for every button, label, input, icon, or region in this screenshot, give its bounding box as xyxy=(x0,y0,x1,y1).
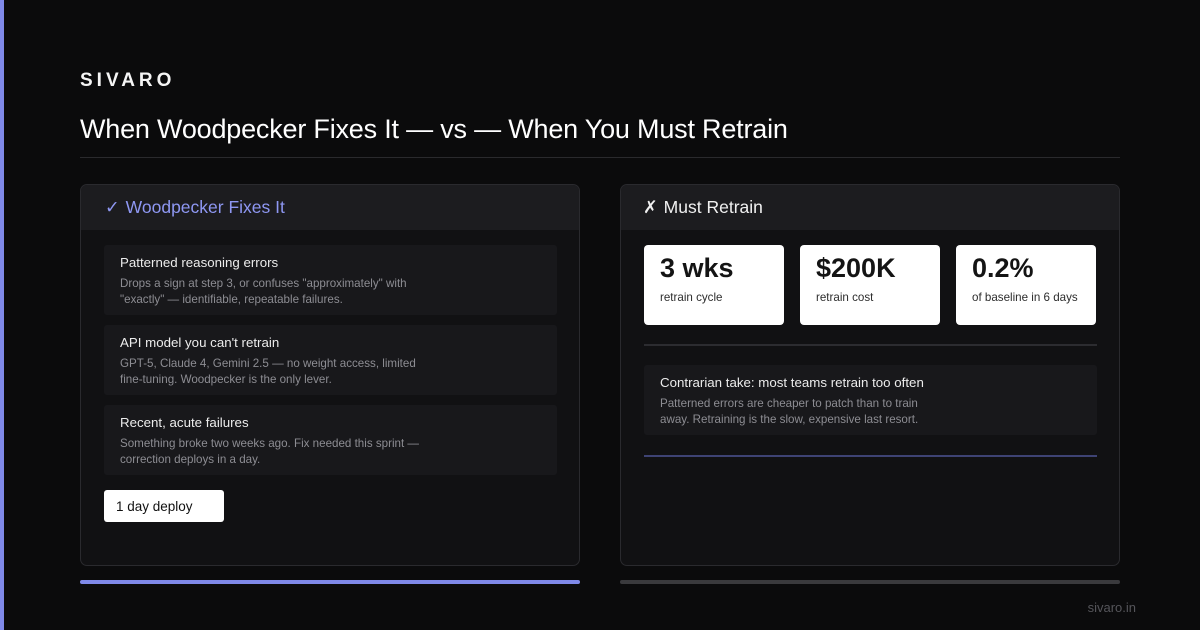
page-title: When Woodpecker Fixes It — vs — When You… xyxy=(80,114,788,144)
woodpecker-indicator-bar xyxy=(80,580,580,584)
item-title: Patterned reasoning errors xyxy=(120,255,279,270)
stat-card-baseline: 0.2% of baseline in 6 days xyxy=(956,245,1096,325)
accent-divider xyxy=(644,455,1097,457)
cross-icon: ✗ xyxy=(643,197,658,217)
stat-value: $200K xyxy=(816,253,896,283)
woodpecker-card: ✓ Woodpecker Fixes It Patterned reasonin… xyxy=(80,184,580,566)
take-title: Contrarian take: most teams retrain too … xyxy=(660,375,924,390)
retrain-card: ✗ Must Retrain 3 wks retrain cycle $200K… xyxy=(620,184,1120,566)
stat-card-retrain-cost: $200K retrain cost xyxy=(800,245,940,325)
take-description: Patterned errors are cheaper to patch th… xyxy=(660,397,919,426)
deploy-time-badge: 1 day deploy xyxy=(104,490,224,522)
list-item: Recent, acute failures Something broke t… xyxy=(104,405,557,475)
stat-value: 3 wks xyxy=(660,253,734,283)
retrain-card-title: Must Retrain xyxy=(663,197,763,217)
item-description: Drops a sign at step 3, or confuses "app… xyxy=(120,277,407,306)
section-divider xyxy=(644,344,1097,346)
retrain-card-header: ✗ Must Retrain xyxy=(621,185,1119,230)
woodpecker-card-title: Woodpecker Fixes It xyxy=(125,197,285,217)
item-description: GPT-5, Claude 4, Gemini 2.5 — no weight … xyxy=(120,357,416,386)
checkmark-icon: ✓ xyxy=(105,197,120,217)
stat-value: 0.2% xyxy=(972,253,1034,283)
title-divider xyxy=(80,157,1120,158)
stat-label: of baseline in 6 days xyxy=(972,291,1078,304)
stat-label: retrain cycle xyxy=(660,291,723,304)
list-item: API model you can't retrain GPT-5, Claud… xyxy=(104,325,557,395)
left-accent-bar xyxy=(0,0,4,630)
woodpecker-card-header: ✓ Woodpecker Fixes It xyxy=(81,185,579,230)
contrarian-take: Contrarian take: most teams retrain too … xyxy=(644,365,1097,435)
item-title: Recent, acute failures xyxy=(120,415,249,430)
footer-url: sivaro.in xyxy=(1087,600,1136,615)
item-title: API model you can't retrain xyxy=(120,335,280,350)
brand-logo: SIVARO xyxy=(80,70,176,91)
stat-card-retrain-cycle: 3 wks retrain cycle xyxy=(644,245,784,325)
list-item: Patterned reasoning errors Drops a sign … xyxy=(104,245,557,315)
item-description: Something broke two weeks ago. Fix neede… xyxy=(120,437,420,466)
retrain-indicator-bar xyxy=(620,580,1120,584)
stat-label: retrain cost xyxy=(816,291,874,304)
